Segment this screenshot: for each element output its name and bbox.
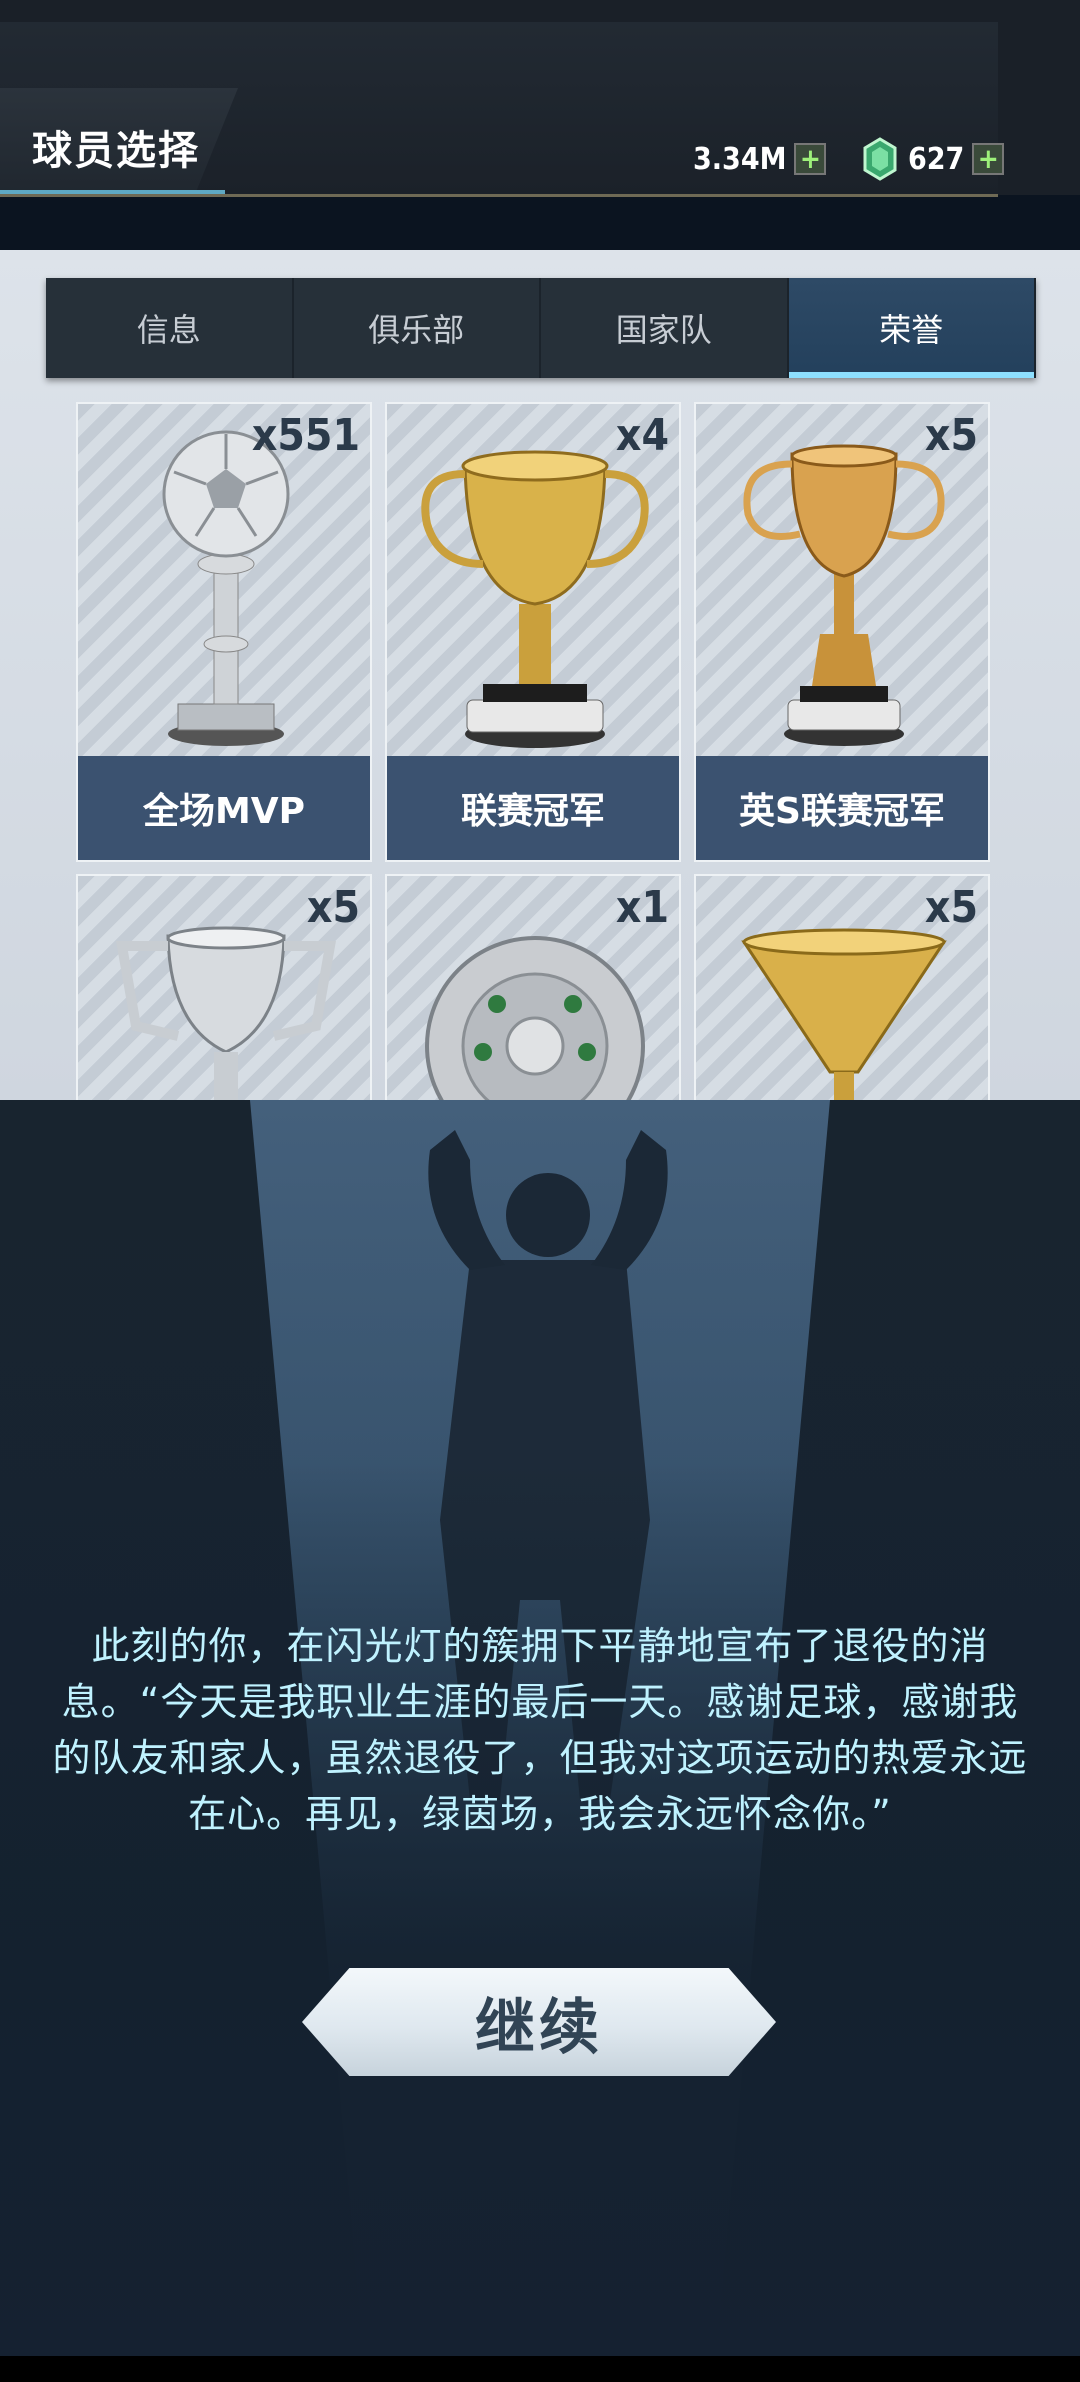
tab-info[interactable]: 信息: [46, 278, 294, 378]
coin-amount: 3.34M: [693, 141, 787, 177]
honor-count: x4: [615, 410, 669, 461]
honor-name: 全场MVP: [78, 756, 370, 860]
honor-count: x1: [615, 882, 669, 933]
continue-button[interactable]: 继续: [302, 1968, 776, 2076]
honor-card-eng-league[interactable]: x5 英S联赛冠军: [694, 402, 990, 862]
honor-count: x5: [306, 882, 360, 933]
honor-count: x5: [924, 410, 978, 461]
honor-card-league[interactable]: x4 联赛冠军: [385, 402, 681, 862]
gem-amount: 627: [908, 141, 965, 177]
honor-name: 联赛冠军: [387, 756, 679, 860]
honor-count: x551: [251, 410, 360, 461]
top-header: 球员选择 3.34M + 627 +: [0, 0, 1080, 197]
continue-label: 继续: [475, 1992, 603, 2063]
honor-card-mvp[interactable]: x551 全场MVP: [76, 402, 372, 862]
honor-card-6[interactable]: x5: [694, 874, 990, 1102]
scene-shadow: [0, 1460, 1080, 2382]
honor-name: 英S联赛冠军: [696, 756, 988, 860]
add-gems-button[interactable]: +: [972, 143, 1005, 175]
tab-bar: 信息 俱乐部 国家队 荣誉: [46, 278, 1036, 378]
honor-count: x5: [924, 882, 978, 933]
title-underline: [0, 190, 225, 194]
tab-club[interactable]: 俱乐部: [294, 278, 541, 378]
honor-card-4[interactable]: x5: [76, 874, 372, 1102]
tab-national-team[interactable]: 国家队: [541, 278, 789, 378]
honor-card-5[interactable]: x1: [385, 874, 681, 1102]
retirement-message: 此刻的你，在闪光灯的簇拥下平静地宣布了退役的消息。“今天是我职业生涯的最后一天。…: [52, 1624, 1028, 1836]
page-title: 球员选择: [32, 128, 200, 174]
add-coins-button[interactable]: +: [794, 143, 827, 175]
coin-balance: 3.34M +: [693, 138, 827, 180]
gem-balance: 627 +: [862, 137, 1005, 181]
gem-icon: [863, 137, 897, 181]
tab-honors[interactable]: 荣誉: [788, 278, 1036, 378]
bottom-edge: [0, 2356, 1080, 2382]
